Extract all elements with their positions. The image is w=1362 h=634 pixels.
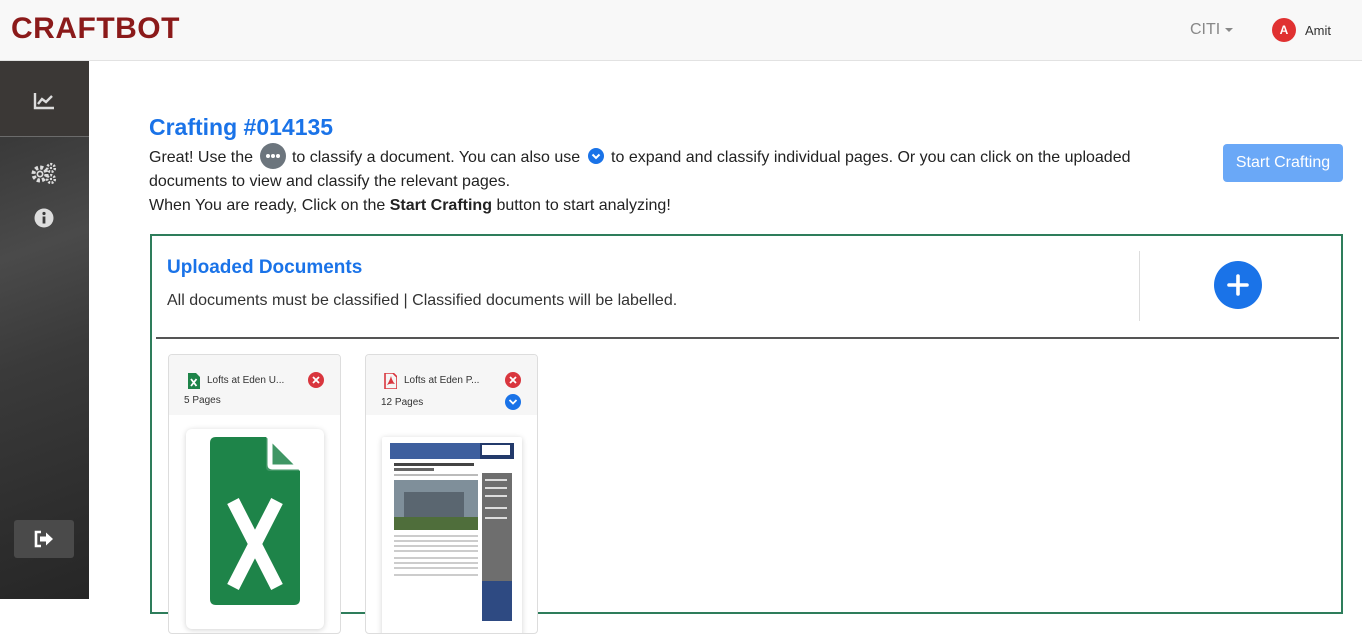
- document-page-count: 12 Pages: [381, 397, 424, 408]
- top-navbar: CRAFTBOT CITI A Amit: [0, 0, 1362, 61]
- intro-line2-bold: Start Crafting: [389, 197, 492, 214]
- remove-document-icon[interactable]: [308, 372, 324, 388]
- document-card[interactable]: Lofts at Eden P... 12 Pages: [365, 354, 538, 634]
- document-card-header: Lofts at Eden U... 5 Pages: [169, 355, 340, 415]
- sign-out-icon: [34, 530, 53, 548]
- page-title: Crafting #014135: [149, 114, 334, 140]
- document-thumbnail[interactable]: [382, 437, 522, 633]
- cogs-icon[interactable]: [30, 161, 58, 185]
- excel-file-icon: [210, 437, 300, 605]
- section-divider: [156, 337, 1339, 339]
- document-card-header: Lofts at Eden P... 12 Pages: [366, 355, 537, 415]
- excel-file-icon: [188, 373, 200, 389]
- info-icon[interactable]: [34, 208, 54, 228]
- intro-line2-suffix: button to start analyzing!: [496, 197, 671, 214]
- remove-document-icon[interactable]: [505, 372, 521, 388]
- start-crafting-button[interactable]: Start Crafting: [1223, 144, 1343, 182]
- intro-part1: Great! Use the: [149, 149, 254, 166]
- chart-line-icon[interactable]: [32, 91, 56, 111]
- plus-icon: [1227, 274, 1249, 296]
- avatar[interactable]: A: [1272, 18, 1296, 42]
- org-label: CITI: [1190, 21, 1221, 38]
- intro-line2-prefix: When You are ready, Click on the: [149, 197, 386, 214]
- org-dropdown[interactable]: CITI: [1190, 21, 1234, 39]
- panel-subtitle: All documents must be classified | Class…: [167, 292, 678, 309]
- chevron-down-icon: [587, 148, 604, 165]
- document-thumbnail[interactable]: [186, 429, 324, 629]
- brand-logo[interactable]: CRAFTBOT: [11, 12, 180, 46]
- pdf-file-icon: [384, 373, 397, 389]
- add-document-button[interactable]: [1214, 261, 1262, 309]
- expand-pages-icon[interactable]: [505, 394, 521, 410]
- document-card[interactable]: Lofts at Eden U... 5 Pages: [168, 354, 341, 634]
- pdf-preview-icon: [390, 443, 514, 621]
- caret-down-icon: [1225, 27, 1234, 32]
- logout-button[interactable]: [14, 520, 74, 558]
- document-name: Lofts at Eden U...: [207, 375, 285, 386]
- sidebar: [0, 61, 89, 599]
- uploaded-documents-panel: Uploaded Documents All documents must be…: [150, 234, 1343, 634]
- panel-title: Uploaded Documents: [167, 257, 363, 278]
- ellipsis-icon: [259, 142, 286, 169]
- document-page-count: 5 Pages: [184, 395, 221, 406]
- user-name[interactable]: Amit: [1305, 23, 1331, 38]
- panel-divider: [1139, 251, 1140, 321]
- intro-part2: to classify a document. You can also use: [291, 149, 581, 166]
- document-name: Lofts at Eden P...: [404, 375, 480, 386]
- intro-text: Great! Use the to classify a document. Y…: [149, 142, 1149, 218]
